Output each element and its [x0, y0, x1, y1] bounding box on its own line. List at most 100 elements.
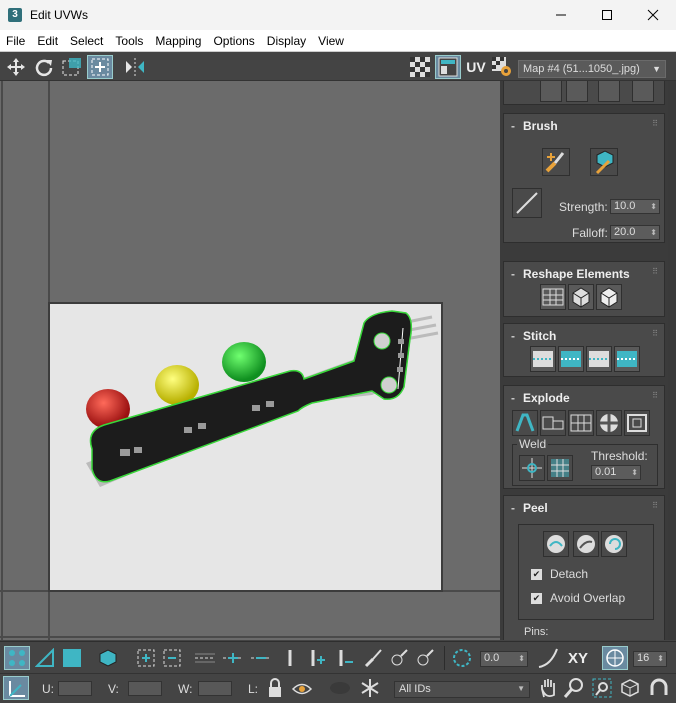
menu-edit[interactable]: Edit: [31, 34, 64, 48]
stitch-average-button[interactable]: [586, 346, 612, 372]
ring-select-button[interactable]: [280, 646, 300, 670]
detach-edge-button[interactable]: [540, 410, 566, 436]
reshape-collapse[interactable]: -: [511, 267, 515, 281]
uv-editor-viewport[interactable]: [0, 81, 500, 640]
strength-spinner[interactable]: 10.0 ⬍: [610, 199, 660, 214]
weld-all-button[interactable]: [547, 455, 573, 481]
select-edge-button[interactable]: [632, 81, 654, 102]
brush-falloff-type-button[interactable]: [512, 188, 542, 218]
loop-select-button[interactable]: [192, 646, 218, 670]
hide-show-button[interactable]: [290, 676, 314, 700]
polygon-mode-button[interactable]: [60, 646, 84, 670]
lock-selection-button[interactable]: [264, 676, 286, 700]
select-ring-button[interactable]: [598, 81, 620, 102]
falloff-distance-spinner[interactable]: 0.0 ⬍: [480, 651, 528, 667]
texture-map-dropdown[interactable]: Map #4 (51...1050_.jpg) ▼: [518, 60, 666, 78]
weld-selected-button[interactable]: [519, 455, 545, 481]
close-button[interactable]: [630, 0, 676, 30]
ring-shrink-button[interactable]: [334, 646, 356, 670]
paint-select-button[interactable]: [362, 646, 384, 670]
filter-selected-faces-button[interactable]: [326, 676, 354, 700]
checker-toggle-button[interactable]: [408, 55, 432, 79]
peel-mode-button[interactable]: [573, 531, 599, 557]
threshold-spinner[interactable]: 0.01 ⬍: [591, 465, 641, 480]
zoom-extents-button[interactable]: [618, 676, 642, 700]
edge-mode-button[interactable]: [33, 646, 57, 670]
ring-grow-button[interactable]: [306, 646, 328, 670]
paint-grow-button[interactable]: [388, 646, 410, 670]
zoom-region-button[interactable]: [590, 676, 614, 700]
menu-view[interactable]: View: [312, 34, 350, 48]
select-grow-button[interactable]: [540, 81, 562, 102]
straighten-button[interactable]: [540, 284, 566, 310]
v-field[interactable]: [128, 681, 162, 696]
flatten-button[interactable]: [568, 410, 594, 436]
scale-tool-button[interactable]: [87, 55, 113, 79]
relax-brush-button[interactable]: [590, 148, 618, 176]
maximize-button[interactable]: [584, 0, 630, 30]
menu-tools[interactable]: Tools: [109, 34, 149, 48]
menu-file[interactable]: File: [0, 34, 31, 48]
absolute-offset-button[interactable]: [3, 676, 29, 700]
minimize-button[interactable]: [538, 0, 584, 30]
grid-size-spinner[interactable]: 16 ⬍: [633, 651, 667, 667]
u-field[interactable]: [58, 681, 92, 696]
move-tool-button[interactable]: [4, 55, 28, 79]
stitch-collapse[interactable]: -: [511, 329, 515, 343]
show-map-button[interactable]: [435, 55, 461, 79]
falloff-type-button[interactable]: [536, 646, 560, 670]
rotate-tool-button[interactable]: [32, 55, 56, 79]
freeze-button[interactable]: [358, 676, 382, 700]
uv-toggle-button[interactable]: UV: [464, 55, 488, 79]
flatten-settings-button[interactable]: [624, 410, 650, 436]
grid-snap-button[interactable]: [602, 646, 628, 670]
brush-collapse[interactable]: -: [511, 119, 515, 133]
snap-toggle-button[interactable]: [646, 676, 672, 700]
pan-button[interactable]: [536, 676, 560, 700]
stitch-title[interactable]: Stitch: [523, 329, 556, 343]
falloff-spinner[interactable]: 20.0 ⬍: [610, 225, 660, 240]
peel-title[interactable]: Peel: [523, 501, 548, 515]
map-settings-button[interactable]: [490, 55, 514, 79]
falloff-space-button[interactable]: XY: [564, 646, 592, 670]
zoom-region-icon: [592, 678, 612, 698]
select-loop-button[interactable]: [566, 81, 588, 102]
loop-shrink-button[interactable]: [248, 646, 274, 670]
menu-options[interactable]: Options: [207, 34, 260, 48]
explode-collapse[interactable]: -: [511, 391, 515, 405]
uv-canvas: [0, 81, 500, 640]
relax-button[interactable]: [568, 284, 594, 310]
w-field[interactable]: [198, 681, 232, 696]
hand-icon: [541, 679, 555, 698]
peel-reset-button[interactable]: [601, 531, 627, 557]
material-ids-dropdown[interactable]: All IDs ▼: [394, 681, 530, 698]
paint-move-button[interactable]: [542, 148, 570, 176]
freeform-tool-button[interactable]: [58, 55, 84, 79]
menu-select[interactable]: Select: [64, 34, 109, 48]
break-button[interactable]: [512, 410, 538, 436]
select-shrink-button[interactable]: [160, 646, 184, 670]
peel-collapse[interactable]: -: [511, 501, 515, 515]
vertex-mode-button[interactable]: [4, 646, 30, 670]
explode-title[interactable]: Explode: [523, 391, 570, 405]
reshape-title[interactable]: Reshape Elements: [523, 267, 630, 281]
detach-checkbox[interactable]: ✔: [531, 569, 542, 580]
menu-display[interactable]: Display: [261, 34, 312, 48]
stitch-target-button[interactable]: [614, 346, 640, 372]
element-mode-button[interactable]: [96, 646, 120, 670]
soft-selection-button[interactable]: [450, 646, 474, 670]
relax-settings-button[interactable]: [596, 284, 622, 310]
select-by-element-uv-button[interactable]: [134, 646, 158, 670]
panel-scrollbar[interactable]: [668, 81, 676, 640]
menu-mapping[interactable]: Mapping: [149, 34, 207, 48]
mirror-tool-button[interactable]: [120, 55, 150, 79]
flatten-checker-button[interactable]: [596, 410, 622, 436]
quick-peel-button[interactable]: [543, 531, 569, 557]
brush-title[interactable]: Brush: [523, 119, 558, 133]
zoom-button[interactable]: [562, 676, 586, 700]
stitch-custom-button[interactable]: [530, 346, 556, 372]
paint-shrink-button[interactable]: [414, 646, 436, 670]
loop-grow-button[interactable]: [220, 646, 246, 670]
avoid-overlap-checkbox[interactable]: ✔: [531, 593, 542, 604]
stitch-source-button[interactable]: [558, 346, 584, 372]
